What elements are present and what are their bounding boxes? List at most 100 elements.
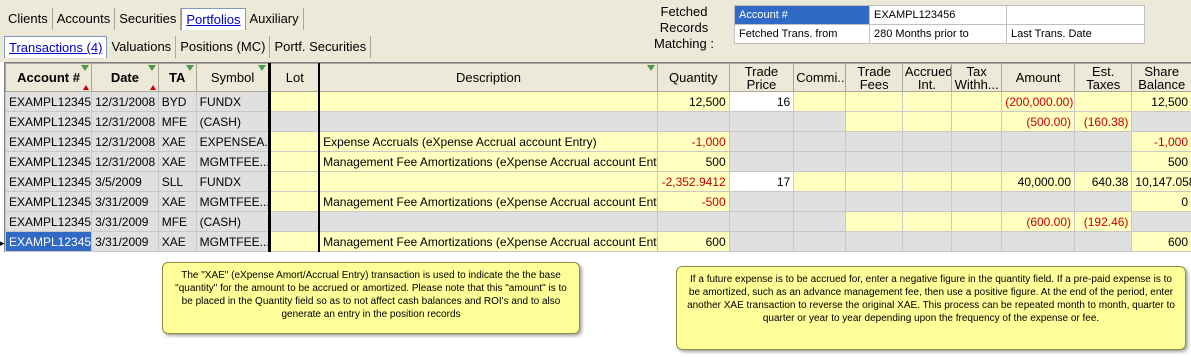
tab-auxiliary[interactable]: Auxiliary: [246, 8, 304, 30]
cell-tax-withheld[interactable]: [951, 191, 1003, 212]
cell-symbol[interactable]: (CASH): [195, 111, 271, 132]
cell-ta[interactable]: XAE: [157, 191, 197, 212]
cell-trade-fees[interactable]: [845, 231, 903, 252]
cell-lot[interactable]: [268, 191, 320, 212]
cell-est-taxes[interactable]: [1074, 151, 1133, 172]
tab-accounts[interactable]: Accounts: [53, 8, 116, 30]
cell-account[interactable]: EXAMPL123456: [5, 211, 93, 232]
col-ta[interactable]: TA: [157, 63, 197, 92]
col-commission[interactable]: Commi...: [793, 63, 847, 92]
filter-icon[interactable]: [258, 65, 267, 71]
col-description[interactable]: Description: [318, 63, 658, 92]
cell-description[interactable]: [318, 111, 658, 132]
cell-share-balance[interactable]: 10,147.0588: [1131, 171, 1191, 192]
table-row[interactable]: EXAMPL123456 12/31/2008 XAE EXPENSEA... Expe…: [5, 131, 1191, 152]
cell-trade-fees[interactable]: [845, 191, 903, 212]
cell-accrued-int[interactable]: [901, 171, 953, 192]
cell-trade-fees[interactable]: [845, 171, 903, 192]
cell-ta[interactable]: XAE: [157, 131, 197, 152]
cell-date[interactable]: 12/31/2008: [91, 131, 159, 152]
cell-tax-withheld[interactable]: [951, 171, 1003, 192]
account-value-cell[interactable]: EXAMPL123456: [869, 5, 1007, 25]
cell-share-balance[interactable]: 12,500: [1131, 91, 1191, 112]
cell-commission[interactable]: [793, 191, 847, 212]
cell-trade-price[interactable]: [728, 111, 795, 132]
info-empty-cell[interactable]: [1006, 5, 1145, 25]
cell-quantity[interactable]: -1,000: [656, 131, 730, 152]
cell-amount[interactable]: [1001, 191, 1076, 212]
col-tax-withheld[interactable]: Tax Withh...: [951, 63, 1003, 92]
table-row[interactable]: EXAMPL123456 3/31/2009 MFE (CASH) (600.00) (1…: [5, 211, 1191, 232]
col-lot[interactable]: Lot: [268, 63, 320, 92]
cell-tax-withheld[interactable]: [951, 91, 1003, 112]
tab-transactions[interactable]: Transactions (4): [4, 36, 108, 58]
cell-share-balance[interactable]: -1,000: [1131, 131, 1191, 152]
col-amount[interactable]: Amount: [1001, 63, 1076, 92]
cell-symbol[interactable]: (CASH): [195, 211, 271, 232]
cell-accrued-int[interactable]: [901, 91, 953, 112]
account-label-cell[interactable]: Account #: [734, 5, 870, 25]
col-account[interactable]: Account #: [5, 63, 93, 92]
cell-est-taxes[interactable]: 640.38: [1074, 171, 1133, 192]
cell-description[interactable]: [318, 171, 658, 192]
cell-share-balance[interactable]: 0: [1131, 191, 1191, 212]
cell-description[interactable]: Expense Accruals (eXpense Accrual accoun…: [318, 131, 658, 152]
cell-ta[interactable]: SLL: [157, 171, 197, 192]
cell-symbol[interactable]: EXPENSEA...: [195, 131, 271, 152]
cell-amount[interactable]: 40,000.00: [1001, 171, 1076, 192]
cell-trade-price[interactable]: [728, 211, 795, 232]
filter-icon[interactable]: [646, 65, 655, 71]
cell-lot[interactable]: [268, 171, 320, 192]
cell-accrued-int[interactable]: [901, 111, 953, 132]
cell-account[interactable]: EXAMPL123456: [5, 91, 93, 112]
cell-trade-price[interactable]: [728, 131, 795, 152]
cell-amount[interactable]: [1001, 151, 1076, 172]
filter-icon[interactable]: [81, 65, 90, 71]
cell-share-balance[interactable]: [1131, 111, 1191, 132]
cell-lot[interactable]: [268, 111, 320, 132]
cell-date[interactable]: 3/31/2009: [91, 191, 159, 212]
cell-description[interactable]: Management Fee Amortizations (eXpense Ac…: [318, 231, 658, 252]
cell-tax-withheld[interactable]: [951, 151, 1003, 172]
tab-clients[interactable]: Clients: [4, 8, 53, 30]
cell-share-balance[interactable]: 600: [1131, 231, 1191, 252]
last-trans-cell[interactable]: Last Trans. Date: [1006, 24, 1145, 44]
cell-trade-fees[interactable]: [845, 111, 903, 132]
table-row[interactable]: EXAMPL123456 3/31/2009 XAE MGMTFEE... Manage…: [5, 231, 1191, 252]
cell-symbol[interactable]: FUNDX: [195, 171, 271, 192]
cell-account[interactable]: EXAMPL123456: [5, 191, 93, 212]
cell-description[interactable]: Management Fee Amortizations (eXpense Ac…: [318, 151, 658, 172]
cell-tax-withheld[interactable]: [951, 111, 1003, 132]
cell-quantity[interactable]: 600: [656, 231, 730, 252]
cell-est-taxes[interactable]: [1074, 231, 1133, 252]
fetched-from-label-cell[interactable]: Fetched Trans. from: [734, 24, 870, 44]
cell-lot[interactable]: [268, 151, 320, 172]
table-row[interactable]: EXAMPL123456 12/31/2008 BYD FUNDX 12,500 16 (2…: [5, 91, 1191, 112]
cell-trade-fees[interactable]: [845, 91, 903, 112]
col-trade-fees[interactable]: Trade Fees: [845, 63, 903, 92]
cell-commission[interactable]: [793, 131, 847, 152]
cell-symbol[interactable]: MGMTFEE...: [195, 151, 271, 172]
cell-date[interactable]: 12/31/2008: [91, 151, 159, 172]
cell-symbol[interactable]: FUNDX: [195, 91, 271, 112]
table-row[interactable]: EXAMPL123456 12/31/2008 MFE (CASH) (500.00)(…: [5, 111, 1191, 132]
tab-valuations[interactable]: Valuations: [107, 36, 177, 58]
col-est-taxes[interactable]: Est. Taxes: [1074, 63, 1133, 92]
cell-date[interactable]: 12/31/2008: [91, 111, 159, 132]
cell-trade-price[interactable]: 16: [728, 91, 795, 112]
filter-icon[interactable]: [185, 65, 194, 71]
table-row[interactable]: EXAMPL123456 3/31/2009 XAE MGMTFEE... Manage…: [5, 191, 1191, 212]
cell-ta[interactable]: MFE: [157, 211, 197, 232]
cell-amount[interactable]: (200,000.00): [1001, 91, 1076, 112]
cell-description[interactable]: [318, 91, 658, 112]
cell-commission[interactable]: [793, 111, 847, 132]
cell-ta[interactable]: XAE: [157, 151, 197, 172]
cell-accrued-int[interactable]: [901, 131, 953, 152]
cell-commission[interactable]: [793, 211, 847, 232]
cell-symbol[interactable]: MGMTFEE...: [195, 231, 271, 252]
tab-positions[interactable]: Positions (MC): [176, 36, 271, 58]
cell-ta[interactable]: XAE: [157, 231, 197, 252]
cell-amount[interactable]: [1001, 231, 1076, 252]
cell-lot[interactable]: [268, 211, 320, 232]
cell-est-taxes[interactable]: [1074, 91, 1133, 112]
